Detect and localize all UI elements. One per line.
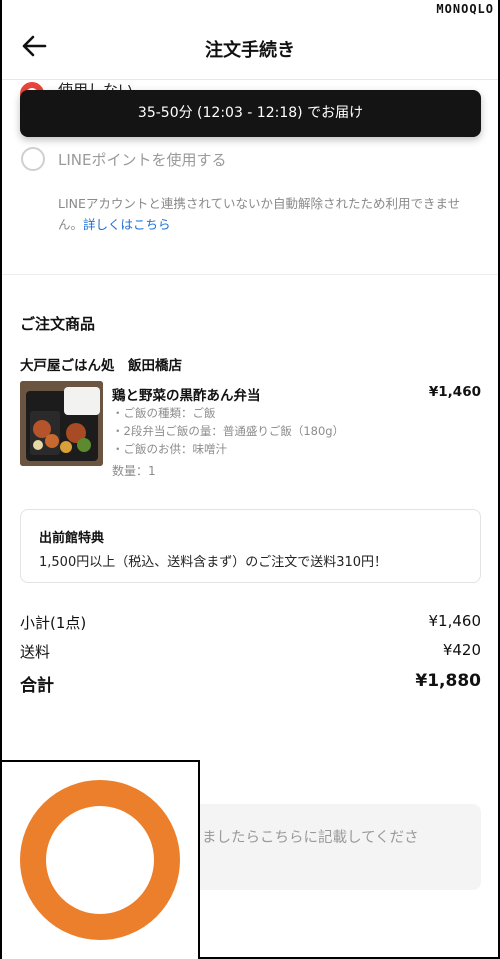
- radio-line-points[interactable]: [21, 147, 45, 171]
- radio-line-points-label: LINEポイントを使用する: [58, 151, 227, 169]
- header: 注文手続き: [2, 18, 498, 78]
- circle-mark-icon: [20, 780, 180, 940]
- details-link[interactable]: 詳しくはこちら: [83, 217, 171, 232]
- total-value: ¥1,880: [415, 671, 481, 691]
- item-quantity: 数量：1: [112, 464, 156, 478]
- section-divider: [2, 274, 498, 275]
- order-section-title: ご注文商品: [20, 315, 96, 333]
- page-title: 注文手続き: [205, 40, 295, 61]
- item-option: ・ご飯の種類：ご飯: [112, 406, 216, 420]
- watermark: MONOQLO: [436, 2, 494, 16]
- notes-textarea[interactable]: ましたらこちらに記載してくださ: [190, 804, 481, 890]
- item-option: ・ご飯のお供：味噌汁: [112, 442, 227, 456]
- promo-card: 出前館特典 1,500円以上（税込、送料含まず）のご注文で送料310円！: [20, 509, 481, 583]
- notes-placeholder: ましたらこちらに記載してくださ: [202, 830, 419, 846]
- subtotal-label: 小計(1点): [20, 614, 87, 632]
- shop-name: 大戸屋ごはん処 飯田橋店: [20, 358, 182, 374]
- annotation-box: [2, 760, 200, 959]
- shipping-label: 送料: [20, 643, 51, 661]
- item-price: ¥1,460: [428, 384, 481, 400]
- item-name: 鶏と野菜の黒酢あん弁当: [112, 388, 261, 404]
- line-points-note: LINEアカウントと連携されていないか自動解除されたため利用できません。詳しくは…: [58, 193, 478, 235]
- promo-title: 出前館特典: [39, 531, 105, 546]
- promo-text: 1,500円以上（税込、送料含まず）のご注文で送料310円！: [39, 555, 388, 570]
- total-label: 合計: [20, 676, 54, 696]
- item-image: [20, 381, 103, 466]
- delivery-time-toast: 35-50分 (12:03 - 12:18) でお届け: [20, 90, 481, 137]
- subtotal-value: ¥1,460: [428, 612, 482, 630]
- shipping-value: ¥420: [442, 641, 481, 659]
- item-option: ・2段弁当ご飯の量：普通盛りご飯（180g）: [112, 424, 345, 438]
